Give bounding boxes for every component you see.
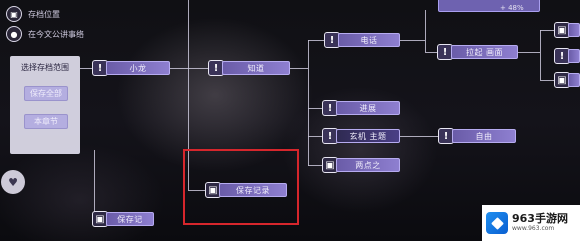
connector-line: [400, 136, 438, 137]
watermark-brand: 963手游网: [512, 212, 568, 225]
connector-line: [540, 80, 554, 81]
connector-line: [518, 52, 540, 53]
save-icon: ▣: [6, 6, 22, 22]
connector-line: [540, 30, 554, 31]
story-tree-screen: + 48% ▣ 存档位置 ● 在今文公讲事络 选择存档范围 保存全部 本章节 !…: [0, 0, 580, 241]
connector-line: [290, 68, 308, 69]
node-label-empty: [568, 49, 580, 63]
site-watermark: 963手游网 www.963.com: [482, 205, 580, 241]
connector-line: [400, 40, 425, 41]
connector-line: [308, 40, 324, 41]
node-right-edge-mid[interactable]: !: [554, 48, 580, 64]
connector-line: [308, 108, 322, 109]
node-label: 拉起 画面: [451, 45, 518, 59]
node-jinzhan[interactable]: ! 进展: [322, 100, 400, 116]
save-all-button[interactable]: 保存全部: [24, 86, 68, 101]
node-label: 自由: [452, 129, 516, 143]
zoom-indicator: + 48%: [500, 4, 524, 12]
connector-line: [425, 10, 426, 52]
chapter-row[interactable]: ● 在今文公讲事络: [6, 26, 84, 42]
connector-line: [94, 150, 95, 216]
node-label: 知道: [222, 61, 290, 75]
node-xuanji[interactable]: ! 玄机 主题: [322, 128, 400, 144]
highlight-box: [183, 149, 299, 225]
node-label-empty: [568, 23, 580, 37]
node-liangzhi[interactable]: ▣ 两点之: [322, 157, 400, 173]
top-node-bar[interactable]: [438, 0, 540, 12]
connector-line: [425, 52, 437, 53]
watermark-site: www.963.com: [512, 225, 555, 232]
chapter-label: 在今文公讲事络: [28, 29, 84, 39]
node-label: 玄机 主题: [336, 129, 400, 143]
node-label-empty: [568, 73, 580, 87]
node-huayi[interactable]: ! 拉起 画面: [437, 44, 518, 60]
node-label: 保存记: [106, 212, 154, 226]
shield-icon[interactable]: ♥: [1, 170, 25, 194]
node-label: 电话: [338, 33, 400, 47]
node-ziyou[interactable]: ! 自由: [438, 128, 516, 144]
node-zhidao[interactable]: ! 知道: [208, 60, 290, 76]
character-icon: ●: [6, 26, 22, 42]
connector-line: [540, 30, 541, 80]
chapter-button[interactable]: 本章节: [24, 114, 68, 129]
brand-logo-icon: [486, 212, 508, 234]
node-bottom[interactable]: ▣ 保存记: [92, 211, 154, 227]
node-dianhua[interactable]: ! 电话: [324, 32, 400, 48]
node-label: 进展: [336, 101, 400, 115]
save-location-row[interactable]: ▣ 存档位置: [6, 6, 60, 22]
connector-line: [308, 40, 309, 166]
node-right-edge-bottom[interactable]: ▣: [554, 72, 580, 88]
save-scope-panel: 选择存档范围 保存全部 本章节: [10, 56, 80, 154]
save-location-label: 存档位置: [28, 9, 60, 19]
connector-line: [308, 136, 322, 137]
node-xiaoxue[interactable]: ! 小龙: [92, 60, 170, 76]
connector-line: [308, 165, 322, 166]
node-label: 小龙: [106, 61, 170, 75]
panel-title: 选择存档范围: [21, 63, 69, 72]
node-label: 两点之: [336, 158, 400, 172]
node-right-edge-top[interactable]: ▣: [554, 22, 580, 38]
